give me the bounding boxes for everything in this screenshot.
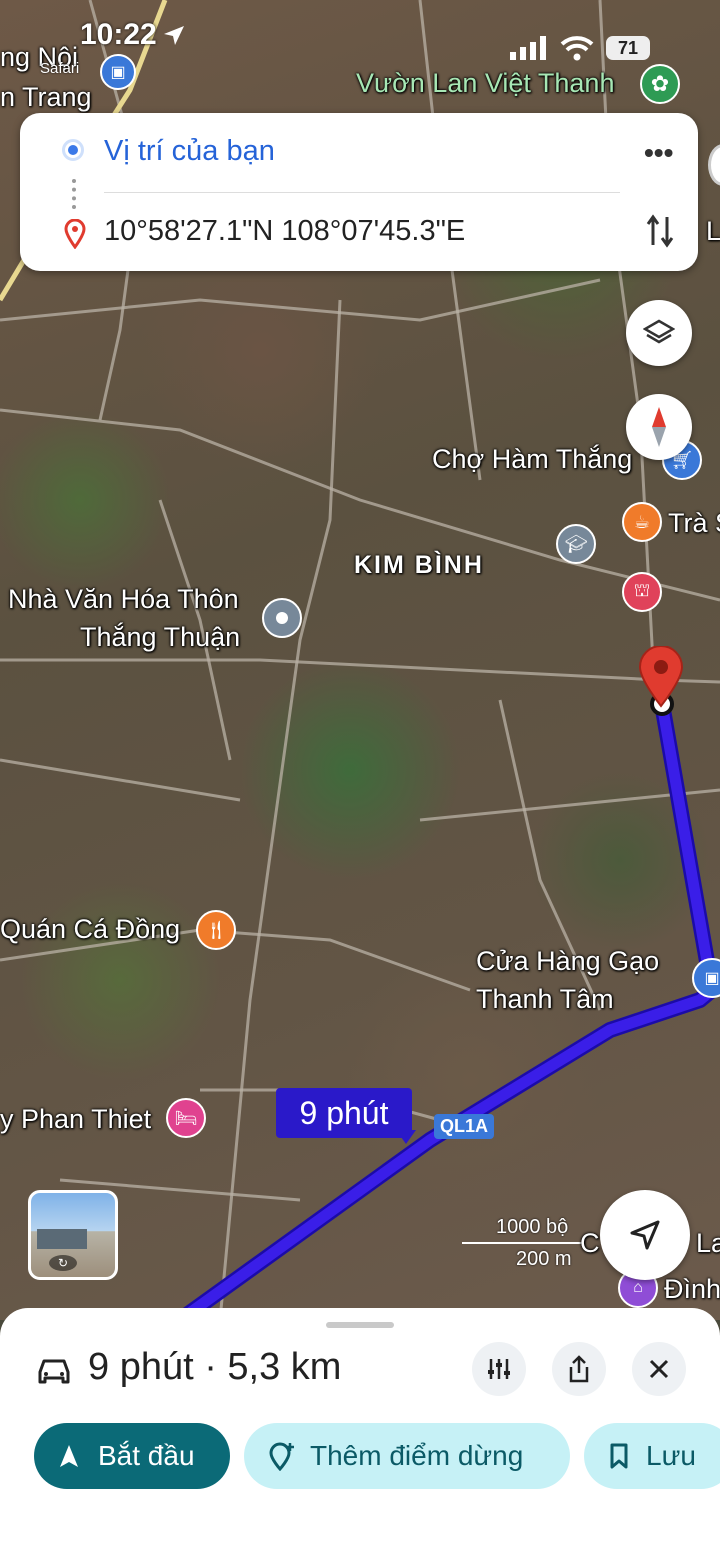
rotate-360-icon: ↻ [49, 1255, 77, 1271]
add-stop-button[interactable]: Thêm điểm dừng [244, 1423, 570, 1489]
add-location-icon [269, 1442, 294, 1471]
destination-field[interactable]: 10°58'27.1"N 108°07'45.3"E [104, 215, 465, 248]
share-button[interactable] [552, 1342, 606, 1396]
map-label: L [706, 216, 720, 246]
area-label-kim-binh: KIM BÌNH [354, 551, 484, 579]
car-icon [38, 1359, 70, 1384]
place-icon[interactable] [262, 598, 302, 638]
save-label: Lưu [646, 1440, 696, 1471]
poi-label-phan-thiet[interactable]: y Phan Thiet [0, 1102, 151, 1136]
status-bar: 10:22 Safari 71 [0, 0, 720, 77]
recenter-button[interactable] [600, 1190, 690, 1280]
destination-pin-icon [64, 219, 86, 249]
school-icon[interactable]: 🎓︎ [556, 524, 596, 564]
wifi-icon [560, 36, 594, 61]
origin-dot-icon [62, 139, 84, 161]
directions-card: Vị trí của bạn ••• 10°58'27.1"N 108°07'4… [20, 113, 698, 271]
signal-icon [510, 36, 546, 60]
navigation-arrow-icon [60, 1445, 78, 1467]
poi-label-cua-hang[interactable]: Cửa Hàng Gạo [476, 944, 659, 978]
compass-icon [652, 407, 666, 447]
drag-handle[interactable] [326, 1322, 394, 1328]
route-options-button[interactable] [472, 1342, 526, 1396]
sliders-icon [488, 1359, 510, 1379]
map-label: La [696, 1228, 720, 1258]
field-divider [104, 192, 620, 193]
landmark-icon[interactable]: ⛫ [622, 572, 662, 612]
poi-label-cua-hang-2[interactable]: Thanh Tâm [476, 982, 614, 1016]
navigation-arrow-icon [630, 1220, 660, 1250]
start-button-label: Bắt đầu [98, 1440, 195, 1471]
close-button[interactable] [632, 1342, 686, 1396]
hotel-icon[interactable]: 🛏︎ [166, 1098, 206, 1138]
road-shield-ql1a: QL1A [434, 1114, 495, 1139]
building-shape [37, 1229, 87, 1249]
route-duration-badge[interactable]: 9 phút [276, 1088, 412, 1138]
status-time: 10:22 [80, 18, 157, 51]
cafe-icon[interactable]: ☕︎ [622, 502, 662, 542]
poi-label-nha-van-hoa-2[interactable]: Thắng Thuận [80, 620, 240, 654]
battery-indicator: 71 [606, 36, 650, 60]
scale-feet: 1000 bộ [496, 1216, 569, 1238]
flower-icon[interactable]: ✿ [640, 64, 680, 104]
map-label: C [580, 1228, 600, 1258]
back-to-app[interactable]: Safari [40, 60, 79, 77]
add-stop-label: Thêm điểm dừng [310, 1440, 524, 1471]
bookmark-icon [610, 1443, 628, 1469]
map-scale: 1000 bộ 200 m [462, 1216, 582, 1272]
more-options-icon[interactable]: ••• [644, 137, 673, 169]
location-arrow-icon [164, 26, 184, 45]
restaurant-icon[interactable]: 🍴︎ [196, 910, 236, 950]
start-button[interactable]: Bắt đầu [34, 1423, 230, 1489]
poi-label-nha-van-hoa[interactable]: Nhà Văn Hóa Thôn [8, 582, 239, 616]
route-dots-divider [72, 179, 80, 209]
scale-bar [462, 1242, 582, 1244]
origin-field[interactable]: Vị trí của bạn [104, 135, 275, 168]
poi-label-cho[interactable]: Chợ Hàm Thắng [432, 442, 632, 476]
share-icon [569, 1355, 589, 1383]
layers-icon [643, 319, 675, 344]
destination-pin-icon[interactable] [638, 646, 684, 708]
badge-pointer [396, 1130, 416, 1144]
close-icon [649, 1359, 669, 1379]
street-view-thumbnail[interactable]: ↻ [28, 1190, 118, 1280]
poi-label-quan-ca[interactable]: Quán Cá Đồng [0, 912, 180, 946]
layers-button[interactable] [626, 300, 692, 366]
poi-label-vuon-lan[interactable]: Vườn Lan Việt Thanh [356, 66, 614, 100]
map-label: n Trang [0, 82, 92, 112]
compass-button[interactable] [626, 394, 692, 460]
scale-meters: 200 m [516, 1248, 572, 1270]
save-button[interactable]: Lưu [584, 1423, 720, 1489]
map-label: Đình [664, 1274, 720, 1304]
map-label: Trà S [668, 508, 720, 538]
swap-icon[interactable] [646, 213, 674, 249]
route-summary: 9 phút · 5,3 km [88, 1346, 342, 1388]
